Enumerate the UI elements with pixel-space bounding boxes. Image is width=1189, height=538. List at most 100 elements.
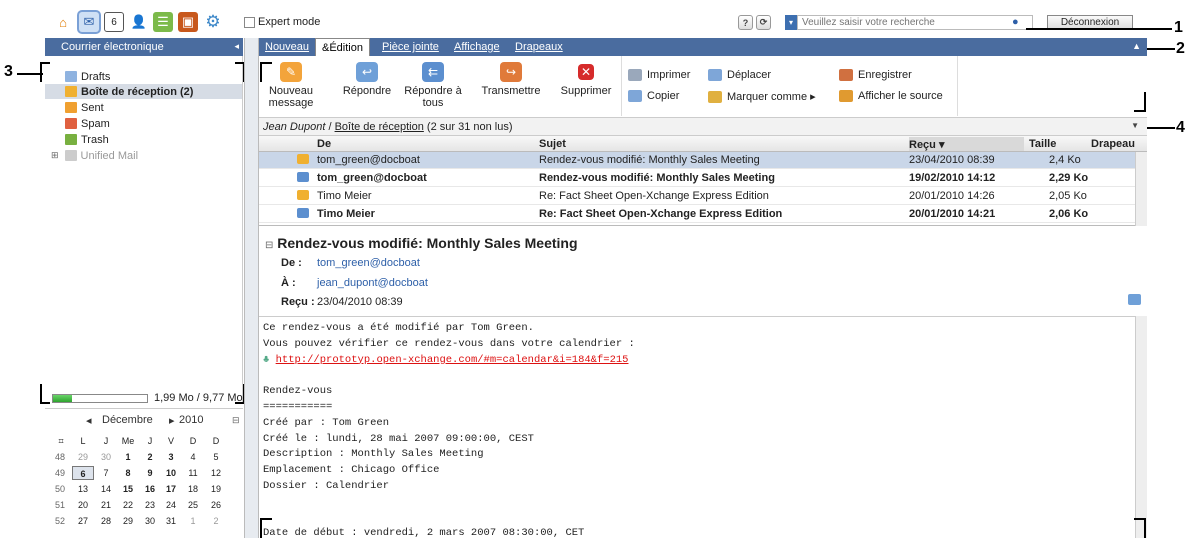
- calendar-day[interactable]: 15: [117, 482, 139, 496]
- search-icon[interactable]: ●: [1012, 16, 1026, 29]
- forward-button[interactable]: ↪ Transmettre: [479, 62, 543, 97]
- calendar-link[interactable]: http://prototyp.open-xchange.com/#m=cale…: [276, 354, 629, 366]
- prev-month-button[interactable]: ◂: [86, 414, 92, 427]
- calendar-day[interactable]: 23: [139, 498, 161, 512]
- to-value[interactable]: jean_dupont@docboat: [317, 277, 428, 289]
- calendar-day[interactable]: 2: [139, 450, 161, 464]
- calendar-day[interactable]: 24: [160, 498, 182, 512]
- calendar-day[interactable]: 11: [182, 466, 204, 480]
- col-received[interactable]: Reçu ▾: [909, 137, 1024, 151]
- save-button[interactable]: Enregistrer: [839, 69, 912, 81]
- expert-mode-checkbox[interactable]: [244, 16, 255, 28]
- folder-inbox[interactable]: Boîte de réception (2): [45, 84, 242, 99]
- calendar-day[interactable]: 18: [182, 482, 204, 496]
- contacts-icon[interactable]: 👤: [129, 12, 149, 32]
- refresh-button[interactable]: ⟳: [756, 15, 771, 30]
- new-message-button[interactable]: ✎ Nouveau message: [265, 62, 317, 109]
- delete-button[interactable]: ✕ Supprimer: [557, 62, 615, 97]
- tab-flags[interactable]: Drapeaux: [509, 38, 569, 56]
- col-size[interactable]: Taille: [1029, 138, 1056, 150]
- copy-button[interactable]: Copier: [628, 90, 679, 102]
- collapse-header-icon[interactable]: ⊟: [265, 240, 273, 251]
- calendar-day[interactable]: 30: [139, 514, 161, 528]
- calendar-day[interactable]: 13: [72, 482, 94, 496]
- calendar-icon[interactable]: 6: [104, 12, 124, 32]
- folder-drafts[interactable]: Drafts: [65, 69, 110, 84]
- panel-splitter[interactable]: [244, 38, 259, 538]
- reply-quick-icon[interactable]: [1128, 294, 1141, 305]
- col-subject[interactable]: Sujet: [539, 138, 566, 150]
- folder-spam[interactable]: Spam: [65, 116, 110, 131]
- calendar-day[interactable]: 31: [160, 514, 182, 528]
- tab-view[interactable]: Affichage: [448, 38, 506, 56]
- calendar-day[interactable]: 21: [95, 498, 117, 512]
- collapse-left-icon[interactable]: ◂: [234, 41, 239, 52]
- show-source-button[interactable]: Afficher le source: [839, 90, 943, 102]
- calendar-week-number[interactable]: 48: [49, 450, 71, 464]
- next-month-button[interactable]: ▸: [169, 414, 175, 427]
- calendar-day[interactable]: 28: [95, 514, 117, 528]
- calendar-week-number[interactable]: 50: [49, 482, 71, 496]
- calendar-week-number[interactable]: 51: [49, 498, 71, 512]
- calendar-day[interactable]: 20: [72, 498, 94, 512]
- move-button[interactable]: Déplacer: [708, 69, 771, 81]
- folder-sent[interactable]: Sent: [65, 100, 104, 115]
- tab-edit[interactable]: &Édition: [315, 38, 370, 56]
- calendar-day[interactable]: 19: [205, 482, 227, 496]
- calendar-day[interactable]: 27: [72, 514, 94, 528]
- reply-all-button[interactable]: ⇇ Répondre à tous: [402, 62, 464, 109]
- mail-row[interactable]: Timo Meier Re: Fact Sheet Open-Xchange E…: [259, 188, 1135, 205]
- col-from[interactable]: De: [317, 138, 331, 150]
- calendar-day[interactable]: 22: [117, 498, 139, 512]
- tasks-icon[interactable]: ☰: [153, 12, 173, 32]
- calendar-day[interactable]: 12: [205, 466, 227, 480]
- search-input[interactable]: [797, 15, 1033, 30]
- calendar-day[interactable]: 2: [205, 514, 227, 528]
- collapse-ribbon-icon[interactable]: ▲: [1132, 41, 1141, 51]
- mail-row[interactable]: tom_green@docboat Rendez-vous modifié: M…: [259, 152, 1135, 169]
- from-value[interactable]: tom_green@docboat: [317, 257, 420, 269]
- breadcrumb-folder[interactable]: Boîte de réception: [335, 121, 424, 133]
- calendar-day[interactable]: 3: [160, 450, 182, 464]
- mail-row[interactable]: Timo Meier Re: Fact Sheet Open-Xchange E…: [259, 206, 1135, 223]
- calendar-day[interactable]: 5: [205, 450, 227, 464]
- expand-plus-icon[interactable]: ⊞: [51, 150, 59, 161]
- calendar-day[interactable]: 10: [160, 466, 182, 480]
- calendar-day[interactable]: 1: [182, 514, 204, 528]
- calendar-week-number[interactable]: 52: [49, 514, 71, 528]
- calendar-day[interactable]: 14: [95, 482, 117, 496]
- settings-gear-icon[interactable]: ⚙: [203, 12, 223, 32]
- expert-mode-toggle[interactable]: Expert mode: [244, 16, 320, 28]
- calendar-day[interactable]: 26: [205, 498, 227, 512]
- calendar-day[interactable]: 29: [117, 514, 139, 528]
- print-button[interactable]: Imprimer: [628, 69, 690, 81]
- help-button[interactable]: ?: [738, 15, 753, 30]
- preview-scrollbar[interactable]: [1135, 316, 1147, 538]
- col-flag[interactable]: Drapeau: [1091, 138, 1135, 150]
- calendar-day[interactable]: 4: [182, 450, 204, 464]
- breadcrumb-dropdown-icon[interactable]: ▼: [1131, 121, 1139, 130]
- calendar-day[interactable]: 29: [72, 450, 94, 464]
- reply-button[interactable]: ↩ Répondre: [339, 62, 395, 97]
- search-scope-dropdown[interactable]: ▾: [785, 15, 797, 30]
- calendar-day[interactable]: 17: [160, 482, 182, 496]
- calendar-day[interactable]: 25: [182, 498, 204, 512]
- mail-row[interactable]: tom_green@docboat Rendez-vous modifié: M…: [259, 170, 1135, 187]
- mail-icon[interactable]: ✉: [79, 12, 99, 32]
- tab-new[interactable]: Nouveau: [259, 38, 315, 56]
- calendar-day[interactable]: 1: [117, 450, 139, 464]
- home-icon[interactable]: ⌂: [53, 12, 73, 32]
- mail-list-scrollbar[interactable]: [1135, 152, 1147, 226]
- folder-unified-mail[interactable]: ⊞ Unified Mail: [51, 148, 138, 163]
- calendar-day[interactable]: 8: [117, 466, 139, 480]
- calendar-day[interactable]: 9: [139, 466, 161, 480]
- tab-attachment[interactable]: Pièce jointe: [376, 38, 445, 56]
- calendar-day[interactable]: 16: [139, 482, 161, 496]
- calendar-day[interactable]: 6: [72, 466, 94, 480]
- calendar-day[interactable]: 7: [95, 466, 117, 480]
- calendar-week-number[interactable]: 49: [49, 466, 71, 480]
- folder-trash[interactable]: Trash: [65, 132, 109, 147]
- mark-as-button[interactable]: Marquer comme ▸: [708, 90, 816, 103]
- collapse-calendar-icon[interactable]: ⊟: [232, 415, 240, 426]
- calendar-day[interactable]: 30: [95, 450, 117, 464]
